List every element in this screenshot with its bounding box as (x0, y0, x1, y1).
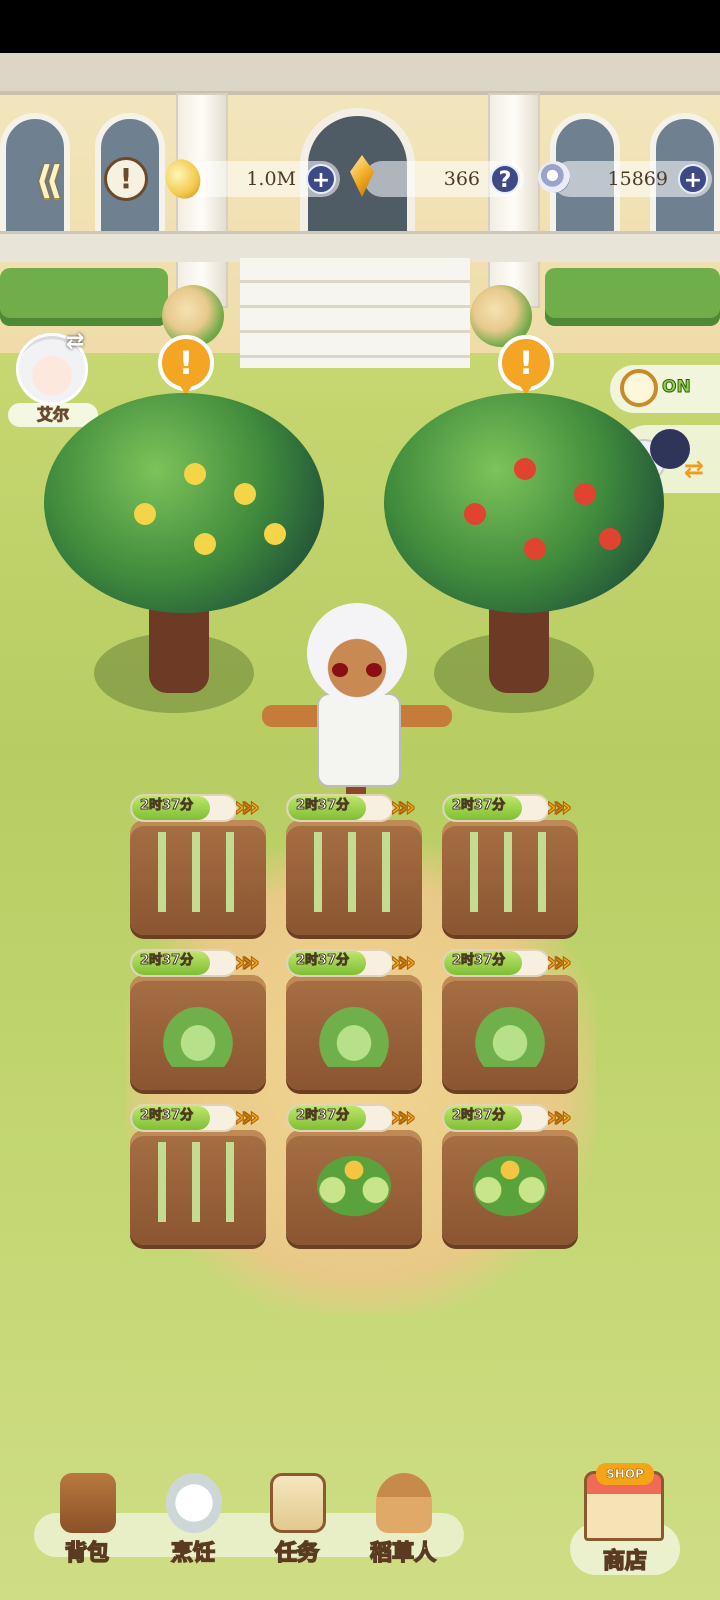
lemon-tree-alert-icon[interactable]: ! (158, 335, 214, 397)
grow-time-label: 2时37分 (139, 1108, 194, 1124)
asparagus-crop (300, 832, 408, 912)
asparagus-crop (144, 1142, 252, 1222)
stairs (240, 258, 470, 368)
growth-progress-bar: 2时37分 (130, 1104, 238, 1132)
apple-tree-alert-icon[interactable]: ! (498, 335, 554, 397)
shop-label: 商店 (602, 1548, 648, 1575)
add-orbs-button[interactable]: + (678, 164, 708, 194)
growth-progress-bar: 2时37分 (442, 949, 550, 977)
grow-time-label: 2时37分 (139, 798, 194, 814)
crop-plot[interactable]: 2时37分 »» (130, 945, 266, 1090)
crop-plot[interactable]: 2时37分 »» (130, 790, 266, 935)
crop-plot[interactable]: 2时37分 »» (286, 1100, 422, 1245)
scarecrow-label: 稻草人 (369, 1540, 437, 1567)
grow-time-label: 2时37分 (295, 953, 350, 969)
cabbage-crop (300, 987, 408, 1067)
swap-arrows-icon: ⇄ (684, 455, 705, 483)
gems-help-button[interactable]: ? (490, 164, 520, 194)
cooking-label: 烹饪 (170, 1540, 216, 1567)
melon-crop (300, 1142, 408, 1222)
growth-progress-bar: 2时37分 (130, 794, 238, 822)
building-roofline (0, 53, 720, 95)
coins-counter: 1.0M + (180, 161, 340, 197)
crop-plot[interactable]: 2时37分 »» (286, 790, 422, 935)
orb-icon (538, 161, 570, 193)
grow-time-label: 2时37分 (451, 798, 506, 814)
crop-plot[interactable]: 2时37分 »» (130, 1100, 266, 1245)
clipboard-icon (270, 1473, 326, 1533)
hedge (545, 268, 720, 326)
speed-up-icon[interactable]: »» (233, 945, 260, 979)
backpack-button[interactable]: 背包 (42, 1473, 132, 1573)
hedge (0, 268, 168, 326)
shop-button[interactable]: SHOP 商店 (570, 1463, 680, 1581)
speed-up-icon[interactable]: »» (545, 945, 572, 979)
add-coins-button[interactable]: + (306, 164, 336, 194)
crop-plot[interactable]: 2时37分 »» (442, 1100, 578, 1245)
grow-time-label: 2时37分 (295, 1108, 350, 1124)
speed-up-icon[interactable]: »» (389, 1100, 416, 1134)
crop-plot[interactable]: 2时37分 »» (442, 945, 578, 1090)
speed-up-icon[interactable]: »» (389, 945, 416, 979)
rice-bowl-icon (166, 1473, 222, 1533)
cabbage-crop (144, 987, 252, 1067)
shop-sign: SHOP (596, 1463, 654, 1485)
speed-up-icon[interactable]: »» (233, 1100, 260, 1134)
grow-time-label: 2时37分 (295, 798, 350, 814)
cooking-button[interactable]: 烹饪 (148, 1473, 238, 1573)
crop-plot[interactable]: 2时37分 »» (286, 945, 422, 1090)
back-arrow-icon[interactable]: ⟪ (22, 159, 76, 201)
asparagus-crop (456, 832, 564, 912)
cabbage-crop (456, 987, 564, 1067)
info-alert-button[interactable]: ! (104, 157, 148, 201)
gems-value: 366 (443, 168, 480, 190)
growth-progress-bar: 2时37分 (286, 1104, 394, 1132)
tasks-label: 任务 (274, 1540, 320, 1567)
orbs-value: 15869 (607, 168, 668, 190)
melon-crop (456, 1142, 564, 1222)
speed-up-icon[interactable]: »» (545, 790, 572, 824)
farm-scene: ⟪ ! 1.0M + 366 ? 15869 + ⇄ 艾尔 ON ⇄ ! ! 2… (0, 53, 720, 1600)
top-bar: ⟪ ! 1.0M + 366 ? 15869 + (0, 149, 720, 209)
grow-time-label: 2时37分 (451, 1108, 506, 1124)
growth-progress-bar: 2时37分 (442, 1104, 550, 1132)
orbs-counter: 15869 + (552, 161, 712, 197)
speed-up-icon[interactable]: »» (545, 1100, 572, 1134)
growth-progress-bar: 2时37分 (286, 949, 394, 977)
backpack-icon (60, 1473, 116, 1533)
speed-up-icon[interactable]: »» (389, 790, 416, 824)
crop-plot[interactable]: 2时37分 »» (442, 790, 578, 935)
asparagus-crop (144, 832, 252, 912)
scarecrow-button[interactable]: 稻草人 (358, 1473, 448, 1573)
tasks-button[interactable]: 任务 (252, 1473, 342, 1573)
growth-progress-bar: 2时37分 (286, 794, 394, 822)
speed-up-icon[interactable]: »» (233, 790, 260, 824)
grow-time-label: 2时37分 (139, 953, 194, 969)
status-bar (0, 0, 720, 53)
growth-progress-bar: 2时37分 (130, 949, 238, 977)
gems-counter: 366 ? (364, 161, 524, 197)
straw-hat-icon (376, 1473, 432, 1533)
swap-icon[interactable]: ⇄ (66, 329, 84, 354)
grow-time-label: 2时37分 (451, 953, 506, 969)
backpack-label: 背包 (64, 1540, 110, 1567)
coins-value: 1.0M (246, 168, 296, 190)
growth-progress-bar: 2时37分 (442, 794, 550, 822)
